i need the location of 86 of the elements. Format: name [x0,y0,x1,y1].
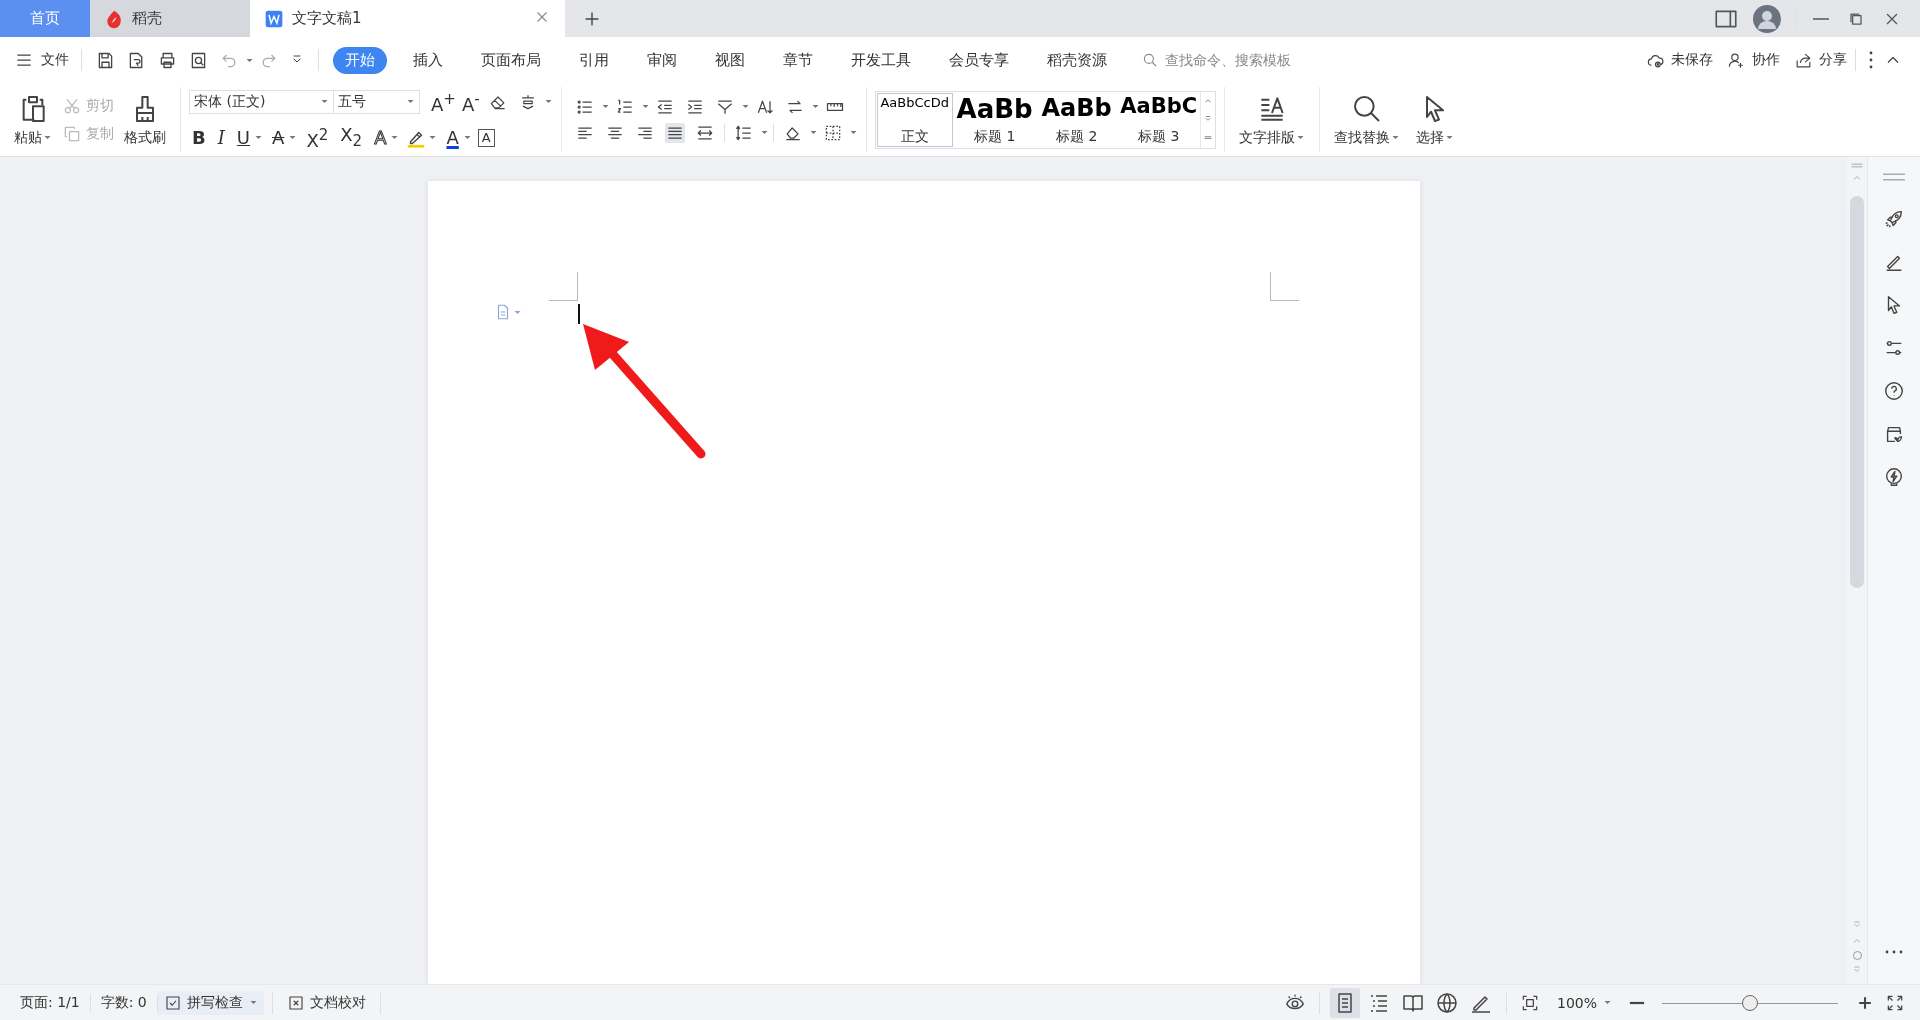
more-icon [1869,51,1873,69]
cross-box-icon [286,993,305,1012]
ribbon-tab[interactable]: 审阅 [635,46,689,74]
document-tab[interactable]: 稻壳 [90,0,250,37]
more-icon [1885,950,1903,954]
flame-logo-icon [104,8,124,29]
format-painter-button[interactable]: 格式刷 [118,90,172,149]
spell-check-button[interactable]: 拼写检查 [157,990,264,1015]
paste-button[interactable]: 粘贴 [8,90,58,149]
caret-icon [1603,998,1612,1007]
search-field[interactable]: 查找命令、搜索模板 [1141,51,1337,69]
word-count: 字数: 0 [90,993,158,1012]
document-tab[interactable]: 文字文稿1 [250,0,565,37]
font-color-button[interactable]: A [443,125,462,150]
collaborate-button[interactable]: 协作 [1727,50,1780,70]
ribbon-tab[interactable]: 会员专享 [937,46,1021,74]
caret-icon [1444,133,1454,142]
caret-icon [248,998,258,1007]
ribbon-tab[interactable]: 开始 [333,46,387,74]
ribbon-tab[interactable]: 页面布局 [469,46,553,74]
caret-icon [43,133,52,142]
caret-icon [320,97,329,106]
avatar[interactable] [1753,4,1781,33]
select-button[interactable]: 选择 [1409,90,1460,149]
writer-logo-icon [264,8,284,29]
caret-icon [1390,133,1400,142]
underline-button[interactable]: U [233,125,254,150]
caret-icon [808,128,818,137]
slider-thumb[interactable] [1742,994,1758,1011]
font-size-dropdown[interactable]: 五号 [334,89,420,114]
page-count: 页面: 1/1 [10,993,91,1012]
caret-icon [254,133,264,142]
ribbon-tab[interactable]: 视图 [703,46,757,74]
strikethrough-button[interactable]: A [269,125,288,150]
caret-icon [390,133,400,142]
zoom-dropdown[interactable]: 100% [1550,991,1618,1014]
text-cursor [577,304,580,324]
ribbon-tab[interactable]: 稻壳资源 [1035,46,1119,74]
caret-icon [810,102,820,111]
caret-icon [600,102,610,111]
margin-mark [1269,272,1299,301]
bold-button[interactable]: B [189,125,209,150]
style-option[interactable]: AaBb 标题 1 [953,91,1036,148]
share-button[interactable]: 分享 [1794,50,1847,70]
ribbon-tab[interactable]: 开发工具 [839,46,923,74]
caret-icon [759,128,769,137]
style-option[interactable]: AaBbC 标题 3 [1117,91,1200,148]
caret-icon [543,97,553,106]
caret-icon [462,133,472,142]
collapse-handle-icon [1882,173,1906,181]
superscript-button[interactable]: X$^{2}$ [303,122,332,153]
caret-icon [288,133,298,142]
grow-font-button[interactable]: A$^{+}$ [428,86,459,117]
scrollbar-thumb[interactable] [1850,196,1864,588]
caret-icon [428,133,438,142]
justify-icon [664,122,685,143]
font-family-dropdown[interactable]: 宋体 (正文) [189,89,334,114]
split-handle-icon [1851,163,1863,168]
caret-icon [848,128,858,137]
help-icon [1883,380,1905,402]
char-border-button[interactable]: A [477,128,495,147]
page-view-icon[interactable] [1329,987,1360,1018]
zoom-out-icon [1629,1000,1645,1005]
ribbon-tab[interactable]: 章节 [771,46,825,74]
rocket-icon [1883,208,1905,230]
caret-icon [640,102,650,111]
proofread-button[interactable]: 文档校对 [280,990,372,1015]
subscript-button[interactable]: X$_{2}$ [337,122,366,153]
text-layout-button[interactable]: 文字排版 [1232,90,1311,149]
shrink-font-button[interactable]: A$^{-}$ [458,86,483,117]
search-icon [1141,51,1159,69]
file-menu[interactable]: 文件 [14,50,69,70]
ribbon-tab[interactable]: 插入 [401,46,455,74]
find-replace-button[interactable]: 查找替换 [1327,90,1406,149]
italic-button[interactable]: I [214,125,228,150]
caret-icon [1295,133,1305,142]
bulb-icon [1883,466,1905,488]
margin-mark [548,272,578,301]
save-status-button[interactable]: 未保存 [1646,50,1713,70]
style-option[interactable]: AaBb 标题 2 [1035,91,1118,148]
checkbox-icon [163,993,182,1012]
minimize-icon [1812,16,1830,21]
ribbon-tab[interactable]: 引用 [567,46,621,74]
caret-icon [740,102,750,111]
style-option[interactable]: AaBbCcDd 正文 [875,91,954,148]
caret-icon [406,97,415,106]
